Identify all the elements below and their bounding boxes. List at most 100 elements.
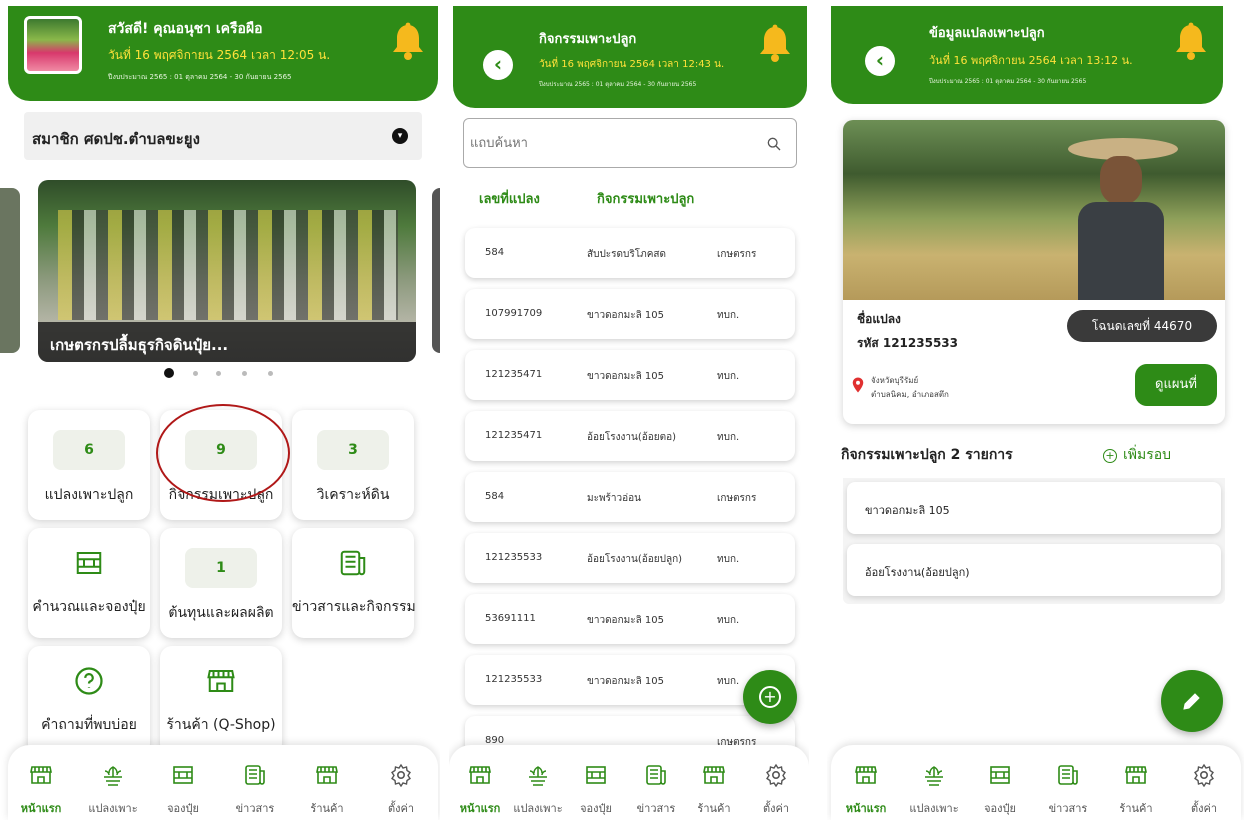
nav-home[interactable]: หน้าแรก <box>455 763 505 817</box>
nav-settings[interactable]: ตั้งค่า <box>376 763 426 817</box>
carousel-dot[interactable] <box>242 371 247 376</box>
nav-settings-label: ตั้งค่า <box>1190 802 1218 815</box>
bell-icon[interactable] <box>1173 22 1209 62</box>
plot-number: 584 <box>485 247 505 258</box>
plots-count: 6 <box>53 430 125 470</box>
back-button[interactable]: ‹ <box>483 50 513 80</box>
crop-name: สับปะรดบริโภคสด <box>587 249 667 260</box>
carousel-prev-peek[interactable] <box>0 188 20 353</box>
list-item[interactable]: ขาวดอกมะลิ 105 <box>847 482 1221 534</box>
agency: เกษตรกร <box>717 493 757 504</box>
gear-icon <box>764 763 788 787</box>
list-item[interactable]: อ้อยโรงงาน(อ้อยปลูก) <box>847 544 1221 596</box>
list-item[interactable]: 53691111 ขาวดอกมะลิ 105 ทบก. <box>465 594 795 644</box>
gear-icon <box>389 763 413 787</box>
plant-icon <box>101 763 125 787</box>
carousel-dot[interactable] <box>193 371 198 376</box>
column-plot-number: เลขที่แปลง <box>479 192 540 207</box>
gear-icon <box>1192 763 1216 787</box>
nav-fertilizer[interactable]: จองปุ๋ย <box>975 763 1025 817</box>
province: จังหวัดบุรีรัมย์ <box>871 376 919 385</box>
shop-icon <box>315 763 339 787</box>
member-dropdown[interactable]: สมาชิก ศดปช.ตำบลขะยูง ▾ <box>24 112 422 160</box>
home-screen: สวัสดี! คุณอนุชา เครือผือ วันที่ 16 พฤศจ… <box>0 0 440 820</box>
nav-shop-label: ร้านค้า <box>310 802 344 815</box>
carousel-next-peek[interactable] <box>432 188 440 353</box>
nav-home[interactable]: หน้าแรก <box>841 763 891 817</box>
add-round-label: เพิ่มรอบ <box>1123 447 1172 463</box>
list-item[interactable]: 121235471 ขาวดอกมะลิ 105 ทบก. <box>465 350 795 400</box>
nav-settings[interactable]: ตั้งค่า <box>1179 763 1229 817</box>
tile-faq[interactable]: คำถามที่พบบ่อย <box>28 646 150 756</box>
nav-plots[interactable]: แปลงเพาะ <box>88 763 138 817</box>
fertilizer-icon <box>584 763 608 787</box>
view-map-button[interactable]: ดูแผนที่ <box>1135 364 1217 406</box>
plot-number: 107991709 <box>485 308 543 319</box>
tile-fertilizer-calc[interactable]: คำนวณและจองปุ๋ย <box>28 528 150 638</box>
carousel-dot[interactable] <box>216 371 221 376</box>
agency: ทบก. <box>717 554 740 565</box>
news-icon <box>644 763 668 787</box>
nav-fertilizer[interactable]: จองปุ๋ย <box>571 763 621 817</box>
news-banner[interactable]: เกษตรกรปลื้มธุรกิจดินปุ๋ย... <box>38 180 416 362</box>
search-icon[interactable] <box>766 136 782 152</box>
activity-name: อ้อยโรงงาน(อ้อยปลูก) <box>865 566 970 579</box>
date-text: วันที่ 16 พฤศจิกายน 2564 เวลา 13:12 น. <box>929 54 1133 67</box>
edit-button[interactable] <box>1161 670 1223 732</box>
nav-shop[interactable]: ร้านค้า <box>689 763 739 817</box>
add-round-button[interactable]: + เพิ่มรอบ <box>1103 444 1171 466</box>
nav-news[interactable]: ข่าวสาร <box>1043 763 1093 817</box>
location-pin-icon <box>849 374 867 396</box>
crop-name: ขาวดอกมะลิ 105 <box>587 310 664 321</box>
plant-icon <box>922 763 946 787</box>
plot-photo <box>843 120 1225 300</box>
activity-name: ขาวดอกมะลิ 105 <box>865 504 950 517</box>
budget-period: ปีงบประมาณ 2565 : 01 ตุลาคม 2564 - 30 กั… <box>108 73 292 81</box>
nav-home[interactable]: หน้าแรก <box>16 763 66 817</box>
fertilizer-icon <box>988 763 1012 787</box>
nav-shop[interactable]: ร้านค้า <box>1111 763 1161 817</box>
nav-settings-label: ตั้งค่า <box>387 802 415 815</box>
nav-fertilizer[interactable]: จองปุ๋ย <box>158 763 208 817</box>
list-item[interactable]: 107991709 ขาวดอกมะลิ 105 ทบก. <box>465 289 795 339</box>
search-field[interactable] <box>463 118 797 168</box>
date-text: วันที่ 16 พฤศจิกายน 2564 เวลา 12:05 น. <box>108 48 331 62</box>
news-icon <box>1056 763 1080 787</box>
bell-icon[interactable] <box>757 24 793 64</box>
activities-header: ‹ กิจกรรมเพาะปลูก วันที่ 16 พฤศจิกายน 25… <box>453 6 807 108</box>
tile-shop[interactable]: ร้านค้า (Q-Shop) <box>160 646 282 756</box>
tile-news[interactable]: ข่าวสารและกิจกรรม <box>292 528 416 638</box>
cost-yield-count: 1 <box>185 548 257 588</box>
carousel-dot-active[interactable] <box>164 368 174 378</box>
nav-news[interactable]: ข่าวสาร <box>631 763 681 817</box>
plot-card: ชื่อแปลง รหัส 121235533 โฉนดเลขที่ 44670… <box>843 120 1225 424</box>
nav-plots[interactable]: แปลงเพาะ <box>909 763 959 817</box>
screen-title: กิจกรรมเพาะปลูก <box>539 32 637 47</box>
back-button[interactable]: ‹ <box>865 46 895 76</box>
nav-settings[interactable]: ตั้งค่า <box>751 763 801 817</box>
tile-plots[interactable]: 6 แปลงเพาะปลูก <box>28 410 150 520</box>
news-icon <box>338 548 368 578</box>
profile-avatar[interactable] <box>24 16 82 74</box>
add-activity-button[interactable]: + <box>743 670 797 724</box>
nav-plots-label: แปลงเพาะ <box>88 802 138 815</box>
list-item[interactable]: 121235471 อ้อยโรงงาน(อ้อยตอ) ทบก. <box>465 411 795 461</box>
cost-yield-label: ต้นทุนและผลผลิต <box>168 605 274 621</box>
tile-cost-yield[interactable]: 1 ต้นทุนและผลผลิต <box>160 528 282 638</box>
bell-icon[interactable] <box>390 22 426 62</box>
nav-shop[interactable]: ร้านค้า <box>302 763 352 817</box>
nav-plots[interactable]: แปลงเพาะ <box>513 763 563 817</box>
nav-news[interactable]: ข่าวสาร <box>230 763 280 817</box>
nav-shop-label: ร้านค้า <box>1119 802 1153 815</box>
plot-number: 121235471 <box>485 430 543 441</box>
shop-icon <box>206 666 236 696</box>
search-input[interactable] <box>470 131 750 155</box>
list-item[interactable]: 584 สับปะรดบริโภคสด เกษตรกร <box>465 228 795 278</box>
question-icon <box>74 666 104 696</box>
carousel-dot[interactable] <box>268 371 273 376</box>
list-item[interactable]: 584 มะพร้าวอ่อน เกษตรกร <box>465 472 795 522</box>
budget-period: ปีงบประมาณ 2565 : 01 ตุลาคม 2564 - 30 กั… <box>929 78 1087 85</box>
pencil-icon <box>1183 693 1200 710</box>
list-item[interactable]: 121235533 อ้อยโรงงาน(อ้อยปลูก) ทบก. <box>465 533 795 583</box>
tile-soil-analysis[interactable]: 3 วิเคราะห์ดิน <box>292 410 414 520</box>
